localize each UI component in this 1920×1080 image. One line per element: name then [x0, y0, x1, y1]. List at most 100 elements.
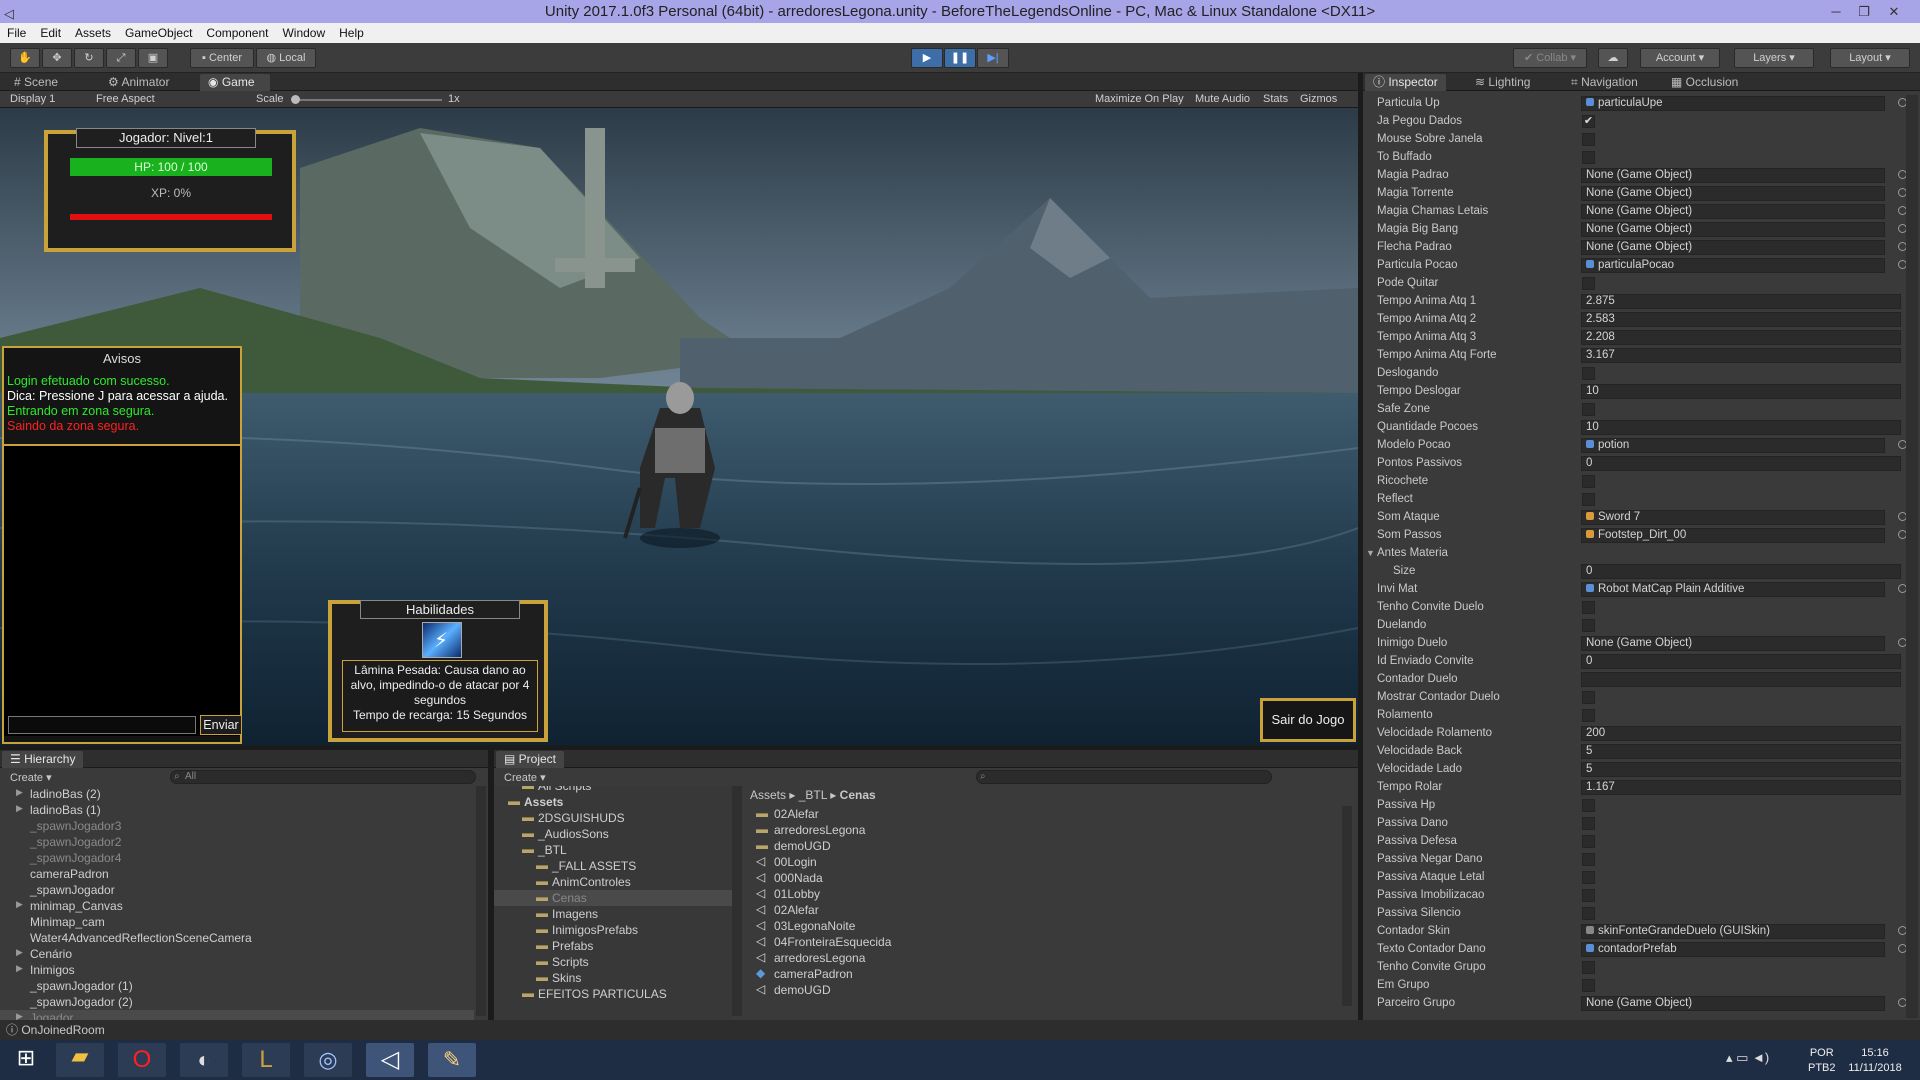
project-file-item[interactable]: ◁ 00Login	[750, 854, 1330, 870]
menu-gameobject[interactable]: GameObject	[118, 23, 199, 43]
project-tree-item[interactable]: ▬ _FALL ASSETS	[494, 858, 732, 874]
menu-assets[interactable]: Assets	[68, 23, 118, 43]
inspector-checkbox[interactable]	[1582, 979, 1595, 992]
inspector-object-field[interactable]: None (Game Object)	[1581, 240, 1885, 255]
inspector-object-field[interactable]: None (Game Object)	[1581, 186, 1885, 201]
inspector-value-input[interactable]: 2.208	[1581, 330, 1901, 345]
project-file-item[interactable]: ◁ 01Lobby	[750, 886, 1330, 902]
unity-icon[interactable]: ◁	[366, 1043, 414, 1077]
app-icon[interactable]: ◐	[180, 1043, 228, 1077]
gizmos-dropdown[interactable]: Gizmos	[1300, 93, 1337, 105]
inspector-value-input[interactable]: 200	[1581, 726, 1901, 741]
inspector-object-field[interactable]: None (Game Object)	[1581, 204, 1885, 219]
inspector-checkbox[interactable]	[1582, 601, 1595, 614]
hierarchy-item[interactable]: ▶ Jogador	[0, 1010, 474, 1020]
stats-toggle[interactable]: Stats	[1263, 93, 1288, 105]
project-tree-item[interactable]: ▬ Cenas	[494, 890, 732, 906]
inspector-value-input[interactable]: 2.875	[1581, 294, 1901, 309]
expand-arrow-icon[interactable]: ▶	[16, 899, 23, 910]
inspector-checkbox[interactable]	[1582, 799, 1595, 812]
menu-edit[interactable]: Edit	[33, 23, 68, 43]
inspector-checkbox[interactable]	[1582, 277, 1595, 290]
rect-tool-button[interactable]: ▣	[138, 48, 168, 68]
project-file-item[interactable]: ▬ 02Alefar	[750, 806, 1330, 822]
project-tree-item[interactable]: ▬ EFEITOS PARTICULAS	[494, 986, 732, 1002]
project-tree-item[interactable]: ▬ InimigosPrefabs	[494, 922, 732, 938]
account-button[interactable]: Account ▾	[1640, 48, 1720, 68]
inspector-value-input[interactable]: 0	[1581, 654, 1901, 669]
foldout-arrow-icon[interactable]: ▼	[1366, 548, 1375, 558]
hierarchy-item[interactable]: ▶ ladinoBas (1)	[0, 802, 474, 818]
tab-lighting[interactable]: ≋ Lighting	[1467, 74, 1538, 91]
project-tree-item[interactable]: ▬ 2DSGUISHUDS	[494, 810, 732, 826]
rotate-tool-button[interactable]: ↻	[74, 48, 104, 68]
inspector-value-input[interactable]: 0	[1581, 564, 1901, 579]
project-tree-item[interactable]: ▬ _AudiosSons	[494, 826, 732, 842]
project-tree-item[interactable]: ▬ Assets	[494, 794, 732, 810]
project-tree-item[interactable]: ▬ Skins	[494, 970, 732, 986]
menu-file[interactable]: File	[0, 23, 33, 43]
hand-tool-button[interactable]: ✋	[10, 48, 40, 68]
hierarchy-item[interactable]: _spawnJogador2	[0, 834, 474, 850]
inspector-checkbox[interactable]	[1582, 871, 1595, 884]
windows-start-button[interactable]: ⊞	[6, 1045, 46, 1075]
inspector-checkbox[interactable]	[1582, 151, 1595, 164]
display-dropdown[interactable]: Display 1	[10, 93, 55, 105]
inspector-checkbox[interactable]	[1582, 367, 1595, 380]
inspector-checkbox[interactable]: ✔	[1582, 115, 1595, 128]
inspector-checkbox[interactable]	[1582, 853, 1595, 866]
project-files-scrollbar[interactable]	[1342, 806, 1352, 1006]
steam-icon[interactable]: ◎	[304, 1043, 352, 1077]
inspector-checkbox[interactable]	[1582, 403, 1595, 416]
maximize-on-play-toggle[interactable]: Maximize On Play	[1095, 93, 1184, 105]
project-tree-item[interactable]: ▬ _BTL	[494, 842, 732, 858]
cloud-button[interactable]: ☁	[1598, 48, 1628, 68]
project-tree-item[interactable]: ▬ Prefabs	[494, 938, 732, 954]
mute-audio-toggle[interactable]: Mute Audio	[1195, 93, 1250, 105]
hierarchy-item[interactable]: ▶ ladinoBas (2)	[0, 786, 474, 802]
inspector-value-input[interactable]	[1581, 672, 1901, 687]
hierarchy-item[interactable]: cameraPadron	[0, 866, 474, 882]
project-tree-scrollbar[interactable]	[732, 786, 742, 1016]
inspector-checkbox[interactable]	[1582, 961, 1595, 974]
scale-slider-handle[interactable]	[291, 95, 300, 104]
inspector-scrollbar[interactable]	[1906, 95, 1918, 1018]
inspector-checkbox[interactable]	[1582, 475, 1595, 488]
project-file-item[interactable]: ◁ arredoresLegona	[750, 950, 1330, 966]
project-file-item[interactable]: ▬ arredoresLegona	[750, 822, 1330, 838]
inspector-value-input[interactable]: 2.583	[1581, 312, 1901, 327]
tab-navigation[interactable]: ⌗ Navigation	[1563, 74, 1646, 91]
menu-window[interactable]: Window	[275, 23, 332, 43]
project-file-item[interactable]: ◁ 000Nada	[750, 870, 1330, 886]
project-file-item[interactable]: ◁ 04FronteiraEsquecida	[750, 934, 1330, 950]
project-file-item[interactable]: ◁ 02Alefar	[750, 902, 1330, 918]
hierarchy-item[interactable]: _spawnJogador (1)	[0, 978, 474, 994]
collab-button[interactable]: ✔ Collab ▾	[1513, 48, 1587, 68]
breadcrumb-item[interactable]: _BTL	[799, 788, 827, 802]
layout-button[interactable]: Layout ▾	[1830, 48, 1910, 68]
move-tool-button[interactable]: ✥	[42, 48, 72, 68]
file-explorer-icon[interactable]: ▰	[56, 1043, 104, 1077]
restore-icon[interactable]: ❐	[1850, 0, 1878, 23]
tab-animator[interactable]: ⚙ Animator	[100, 74, 177, 91]
inspector-object-field[interactable]: Sword 7	[1581, 510, 1885, 525]
tab-hierarchy[interactable]: ☰ Hierarchy	[2, 751, 84, 768]
paint-icon[interactable]: ✎	[428, 1043, 476, 1077]
aspect-dropdown[interactable]: Free Aspect	[96, 93, 155, 105]
opera-icon[interactable]: O	[118, 1043, 166, 1077]
inspector-object-field[interactable]: Footstep_Dirt_00	[1581, 528, 1885, 543]
project-file-item[interactable]: ◁ demoUGD	[750, 982, 1330, 998]
inspector-checkbox[interactable]	[1582, 619, 1595, 632]
inspector-object-field[interactable]: contadorPrefab	[1581, 942, 1885, 957]
hierarchy-item[interactable]: _spawnJogador	[0, 882, 474, 898]
tab-project[interactable]: ▤ Project	[496, 751, 565, 768]
inspector-object-field[interactable]: particulaPocao	[1581, 258, 1885, 273]
pause-button[interactable]: ❚❚	[944, 48, 976, 68]
play-button[interactable]: ▶	[911, 48, 943, 68]
project-file-item[interactable]: ◆ cameraPadron	[750, 966, 1330, 982]
project-tree-item[interactable]: ▬ Scripts	[494, 954, 732, 970]
inspector-checkbox[interactable]	[1582, 493, 1595, 506]
inspector-checkbox[interactable]	[1582, 907, 1595, 920]
minimize-icon[interactable]: ─	[1822, 0, 1850, 23]
inspector-checkbox[interactable]	[1582, 709, 1595, 722]
